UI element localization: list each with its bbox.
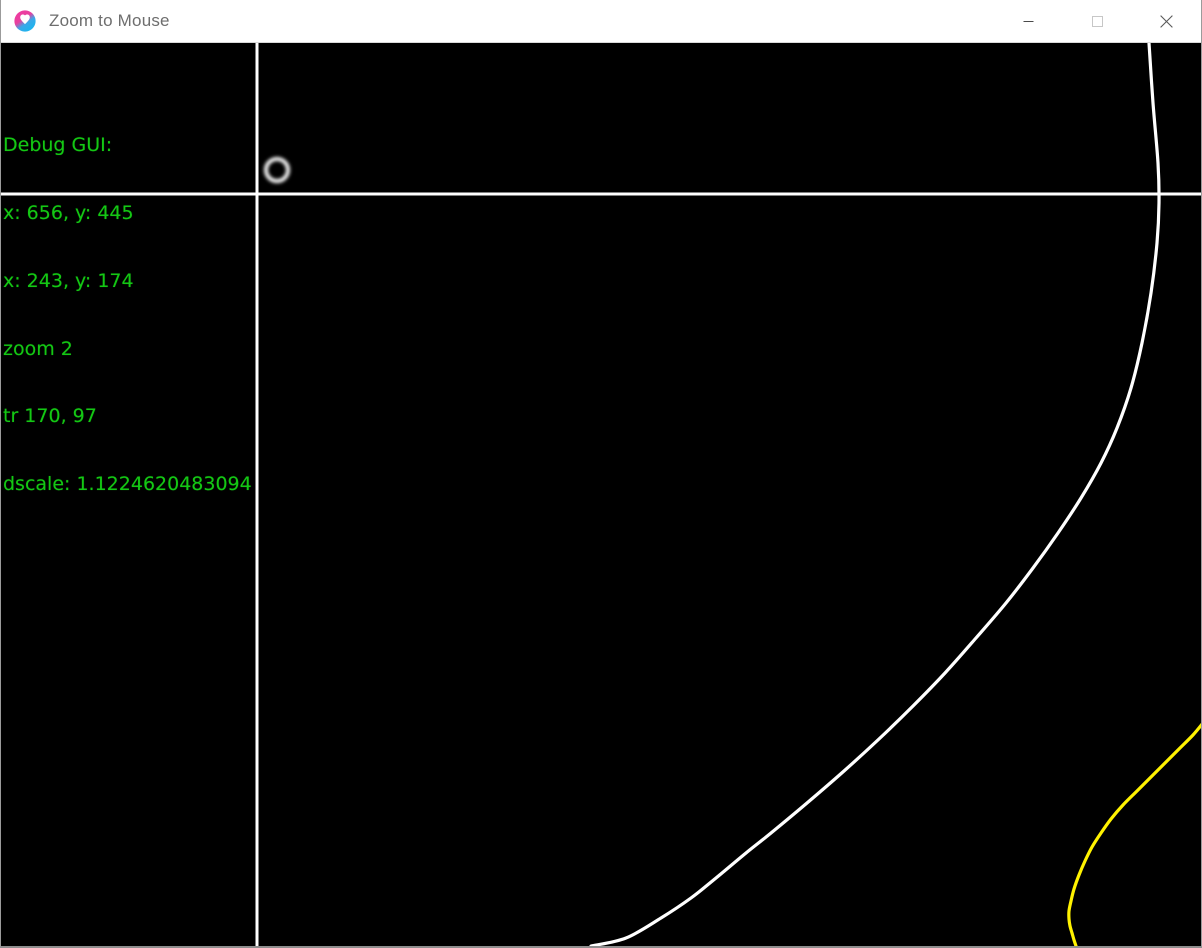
debug-line-mouse-screen: x: 656, y: 445 bbox=[3, 201, 134, 224]
app-ring-icon bbox=[13, 9, 37, 33]
debug-line-translate: tr 170, 97 bbox=[3, 405, 97, 428]
debug-gui-overlay: Debug GUI: x: 656, y: 445 x: 243, y: 174… bbox=[3, 89, 252, 541]
maximize-icon bbox=[1092, 15, 1103, 27]
close-button[interactable] bbox=[1132, 0, 1201, 42]
debug-line-heading: Debug GUI: bbox=[3, 134, 113, 157]
close-icon bbox=[1160, 14, 1173, 28]
maximize-button[interactable] bbox=[1063, 0, 1132, 42]
window-title: Zoom to Mouse bbox=[49, 11, 170, 30]
window-controls bbox=[994, 0, 1201, 42]
debug-line-dscale: dscale: 1.1224620483094 bbox=[3, 473, 252, 496]
render-canvas-area[interactable]: Debug GUI: x: 656, y: 445 x: 243, y: 174… bbox=[1, 43, 1201, 946]
minimize-button[interactable] bbox=[994, 0, 1063, 42]
debug-line-mouse-world: x: 243, y: 174 bbox=[3, 269, 134, 292]
debug-line-zoom: zoom 2 bbox=[3, 337, 73, 360]
app-window: Zoom to Mouse Debug GUI: x: 656, y: 445 … bbox=[0, 0, 1202, 948]
minimize-icon bbox=[1023, 20, 1034, 22]
title-bar[interactable]: Zoom to Mouse bbox=[1, 0, 1201, 43]
